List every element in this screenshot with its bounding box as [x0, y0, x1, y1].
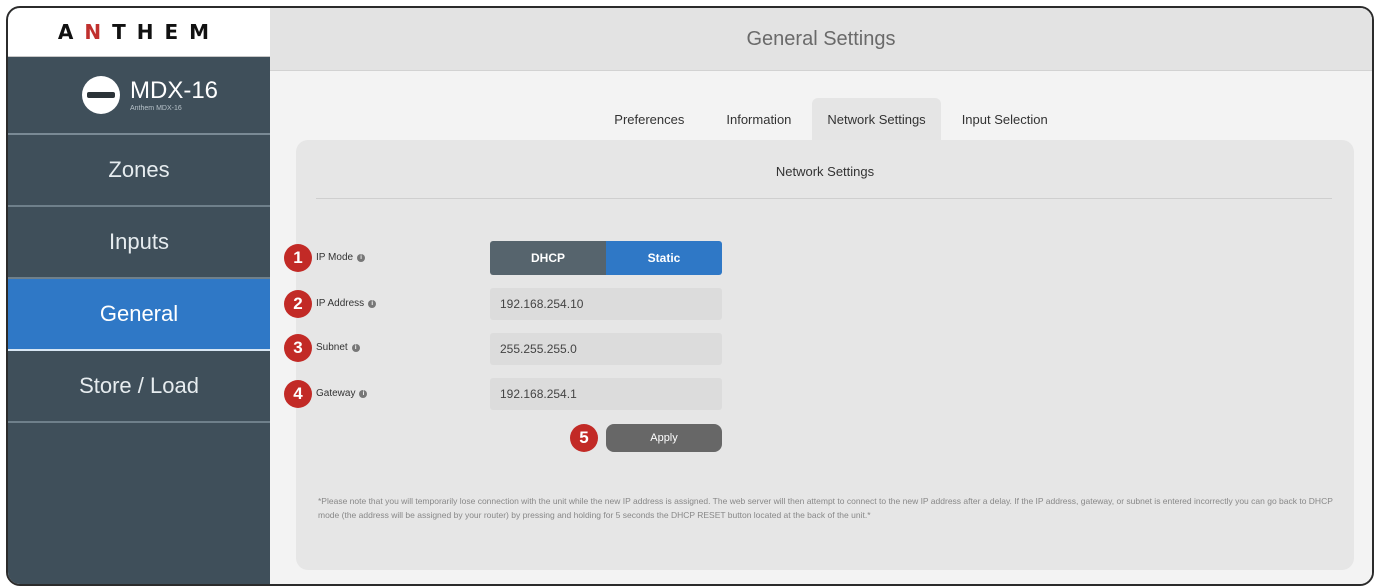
tab-bar: Preferences Information Network Settings…	[270, 98, 1372, 140]
gateway-label: Gateway i	[316, 388, 368, 399]
network-note: *Please note that you will temporarily l…	[318, 496, 1333, 520]
page-title: General Settings	[270, 8, 1372, 71]
brand-header: ANTHEM	[8, 8, 270, 57]
network-settings-panel: Network Settings 1 IP Mode i DHCP Static…	[284, 140, 1354, 570]
ip-mode-label-text: IP Mode	[316, 252, 354, 263]
device-text: MDX-16 Anthem MDX-16	[130, 77, 219, 113]
step-badge-3: 3	[284, 334, 312, 362]
tab-information[interactable]: Information	[705, 98, 812, 140]
info-icon[interactable]: i	[351, 343, 360, 352]
panel-divider	[316, 198, 1332, 199]
ip-address-label-text: IP Address	[316, 298, 365, 309]
ip-address-label: IP Address i	[316, 298, 377, 309]
device-name: MDX-16	[130, 77, 219, 104]
ip-mode-toggle: DHCP Static	[490, 241, 722, 275]
app-window: ANTHEM MDX-16 Anthem MDX-16 Zones Inputs…	[6, 6, 1374, 586]
gateway-field[interactable]: 192.168.254.1	[490, 378, 722, 410]
device-block: MDX-16 Anthem MDX-16	[8, 57, 270, 135]
apply-button[interactable]: Apply	[606, 424, 722, 452]
anthem-logo: ANTHEM	[57, 20, 221, 44]
ip-address-field[interactable]: 192.168.254.10	[490, 288, 722, 320]
dhcp-button[interactable]: DHCP	[490, 241, 606, 275]
panel-title: Network Settings	[775, 164, 875, 179]
info-icon[interactable]: i	[359, 389, 368, 398]
device-icon	[82, 76, 120, 114]
step-badge-5: 5	[570, 424, 598, 452]
device-subtitle: Anthem MDX-16	[130, 105, 182, 112]
step-badge-1: 1	[284, 244, 312, 272]
info-icon[interactable]: i	[368, 299, 377, 308]
info-icon[interactable]: i	[357, 253, 366, 262]
ip-mode-label: IP Mode i	[316, 252, 366, 263]
step-badge-2: 2	[284, 290, 312, 318]
step-badge-4: 4	[284, 380, 312, 408]
main-area: General Settings Preferences Information…	[270, 8, 1372, 584]
subnet-field[interactable]: 255.255.255.0	[490, 333, 722, 365]
static-button[interactable]: Static	[606, 241, 722, 275]
sidebar-item-general[interactable]: General	[8, 279, 270, 351]
sidebar-item-zones[interactable]: Zones	[8, 135, 270, 207]
tab-network-settings[interactable]: Network Settings	[812, 98, 941, 140]
sidebar-item-store-load[interactable]: Store / Load	[8, 351, 270, 423]
tab-preferences[interactable]: Preferences	[593, 98, 705, 140]
tab-input-selection[interactable]: Input Selection	[941, 98, 1069, 140]
subnet-label: Subnet i	[316, 342, 360, 353]
subnet-label-text: Subnet	[316, 342, 348, 353]
sidebar-item-inputs[interactable]: Inputs	[8, 207, 270, 279]
gateway-label-text: Gateway	[316, 388, 356, 399]
sidebar: ANTHEM MDX-16 Anthem MDX-16 Zones Inputs…	[8, 8, 270, 584]
